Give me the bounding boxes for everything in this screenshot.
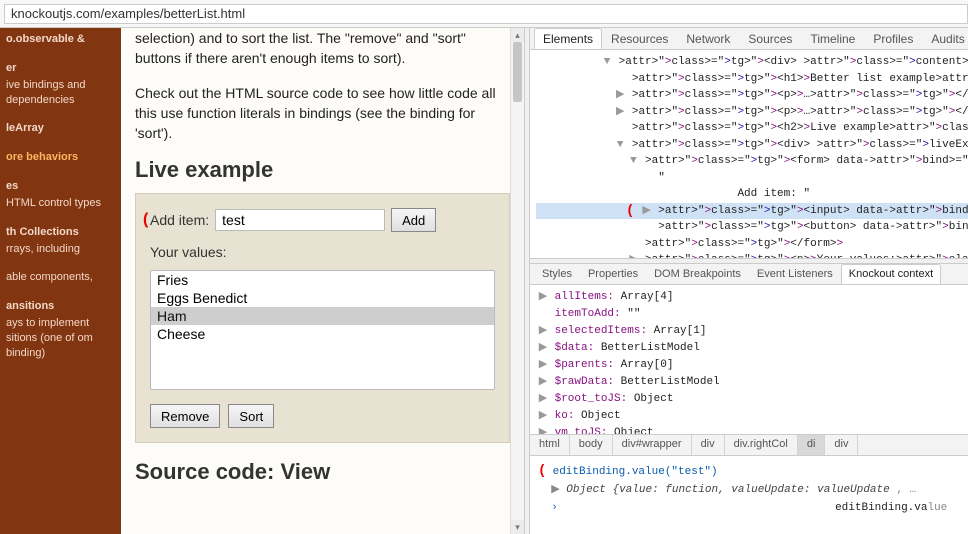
sidebar-item[interactable]: ansitions (6, 299, 115, 314)
context-property[interactable]: ▶ $root_toJS: Object (538, 391, 968, 408)
sidebar-item[interactable]: able components, (6, 270, 115, 285)
add-button[interactable]: Add (391, 208, 436, 232)
heading-live-example: Live example (135, 157, 510, 183)
heading-source-code: Source code: View (135, 459, 510, 485)
dom-node[interactable]: ▶ >attr>">class>=">tg>"><p>>…>attr>">cla… (536, 87, 968, 104)
scroll-thumb[interactable] (513, 42, 522, 102)
add-item-label: ( Add item: (150, 212, 209, 228)
dom-node[interactable]: >attr>">class>=">tg>"><button> data->att… (536, 219, 968, 236)
console-prompt-icon: › (551, 502, 558, 514)
dom-node[interactable]: >attr>">class>=">tg>"><h1>>Better list e… (536, 71, 968, 88)
context-property[interactable]: ▶ allItems: Array[4] (538, 289, 968, 306)
mid-tabs: StylesPropertiesDOM BreakpointsEvent Lis… (530, 264, 968, 285)
intro-para-1: selection) and to sort the list. The "re… (135, 28, 510, 69)
sidebar-item[interactable]: es (6, 179, 115, 194)
intro-para-2: Check out the HTML source code to see ho… (135, 83, 510, 144)
your-values-label: Your values: (150, 244, 495, 260)
knockout-context-pane[interactable]: ▶ allItems: Array[4] itemToAdd: ""▶ sele… (530, 285, 968, 434)
scroll-up-icon[interactable]: ▴ (511, 28, 524, 42)
sidebar-item[interactable]: er (6, 61, 115, 76)
sidebar-tab[interactable]: Event Listeners (749, 264, 841, 284)
sidebar-item[interactable]: leArray (6, 121, 115, 136)
context-property[interactable]: ▶ $rawData: BetterListModel (538, 374, 968, 391)
dom-node[interactable]: Add item: " (536, 186, 968, 203)
list-item[interactable]: Ham (151, 307, 494, 325)
context-property[interactable]: ▶ ko: Object (538, 408, 968, 425)
address-bar (0, 0, 968, 28)
sidebar-item[interactable]: ore behaviors (6, 150, 115, 165)
console-input-text[interactable]: editBinding.va (835, 502, 927, 514)
dom-node[interactable]: >attr>">class>=">tg>"></form>> (536, 236, 968, 253)
console-pane[interactable]: ( editBinding.value("test") ▶ Object {va… (530, 456, 968, 522)
add-item-input[interactable] (215, 209, 385, 231)
sidebar-item[interactable]: HTML control types (6, 196, 115, 211)
devtools-tabs: ElementsResourcesNetworkSourcesTimelineP… (530, 28, 968, 50)
context-property[interactable]: ▶ selectedItems: Array[1] (538, 323, 968, 340)
breadcrumb-item[interactable]: html (530, 435, 570, 455)
devtools-tab[interactable]: Network (677, 28, 739, 49)
sidebar-item[interactable]: ive bindings and dependencies (6, 78, 115, 108)
dom-node[interactable]: ▼ >attr>">class>=">tg>"><div> >attr>">cl… (536, 137, 968, 154)
dom-node[interactable]: ▼ >attr>">class>=">tg>"><form> data->att… (536, 153, 968, 170)
breadcrumb-item[interactable]: div#wrapper (613, 435, 692, 455)
devtools-tab[interactable]: Audits (922, 28, 968, 49)
page-content: selection) and to sort the list. The "re… (121, 28, 524, 534)
console-object: Object {value: function, valueUpdate: (566, 484, 810, 496)
sidebar-tab[interactable]: Knockout context (841, 264, 941, 284)
devtools-tab[interactable]: Resources (602, 28, 677, 49)
marker-icon: ( (538, 460, 546, 482)
list-item[interactable]: Eggs Benedict (151, 289, 494, 307)
live-example-box: ( Add item: Add Your values: FriesEggs B… (135, 193, 510, 443)
devtools-tab[interactable]: Timeline (801, 28, 864, 49)
context-property[interactable]: ▶ $parents: Array[0] (538, 357, 968, 374)
marker-icon: ( (143, 211, 148, 229)
dom-node[interactable]: " (536, 170, 968, 187)
url-input[interactable] (4, 4, 968, 24)
remove-button[interactable]: Remove (150, 404, 220, 428)
elements-dom-tree[interactable]: ▼ >attr>">class>=">tg>"><div> >attr>">cl… (530, 50, 968, 258)
dom-node[interactable]: ▶ >attr>">class>=">tg>"><p>>…>attr>">cla… (536, 104, 968, 121)
list-item[interactable]: Fries (151, 271, 494, 289)
items-listbox[interactable]: FriesEggs BenedictHamCheese (150, 270, 495, 390)
dom-node[interactable]: ▼ >attr>">class>=">tg>"><div> >attr>">cl… (536, 54, 968, 71)
sidebar-item[interactable]: o.observable & (6, 32, 115, 47)
sidebar-tab[interactable]: Properties (580, 264, 646, 284)
devtools-tab[interactable]: Sources (739, 28, 801, 49)
context-property[interactable]: ▶ vm_toJS: Object (538, 425, 968, 434)
breadcrumb-item[interactable]: div.rightCol (725, 435, 798, 455)
breadcrumb-item[interactable]: div (825, 435, 858, 455)
devtools-tab[interactable]: Elements (534, 28, 602, 49)
dom-node[interactable]: ( ▶ >attr>">class>=">tg>"><input> data->… (536, 203, 968, 220)
sidebar-tab[interactable]: Styles (534, 264, 580, 284)
list-item[interactable]: Cheese (151, 325, 494, 343)
devtools-panel: ElementsResourcesNetworkSourcesTimelineP… (530, 28, 968, 534)
devtools-tab[interactable]: Profiles (864, 28, 922, 49)
dom-node[interactable]: ▶ >attr>">class>=">tg>"><p>>Your values:… (536, 252, 968, 258)
context-property[interactable]: ▶ $data: BetterListModel (538, 340, 968, 357)
breadcrumb-item[interactable]: div (692, 435, 725, 455)
sidebar-nav: o.observable & er ive bindings and depende… (0, 28, 121, 534)
sidebar-item[interactable]: ays to implement sitions (one of om bind… (6, 316, 115, 361)
breadcrumb: htmlbodydiv#wrapperdivdiv.rightColdidiv (530, 435, 968, 456)
scroll-down-icon[interactable]: ▾ (511, 520, 524, 534)
console-call: editBinding.value("test") (553, 466, 718, 478)
sidebar-item[interactable]: th Collections (6, 225, 115, 240)
context-property[interactable]: itemToAdd: "" (538, 306, 968, 323)
sidebar-item[interactable]: rrays, including (6, 242, 115, 257)
sidebar-tab[interactable]: DOM Breakpoints (646, 264, 749, 284)
breadcrumb-item[interactable]: di (798, 435, 826, 455)
content-scrollbar[interactable]: ▴ ▾ (510, 28, 524, 534)
dom-node[interactable]: >attr>">class>=">tg>"><h2>>Live example>… (536, 120, 968, 137)
sort-button[interactable]: Sort (228, 404, 274, 428)
breadcrumb-item[interactable]: body (570, 435, 613, 455)
